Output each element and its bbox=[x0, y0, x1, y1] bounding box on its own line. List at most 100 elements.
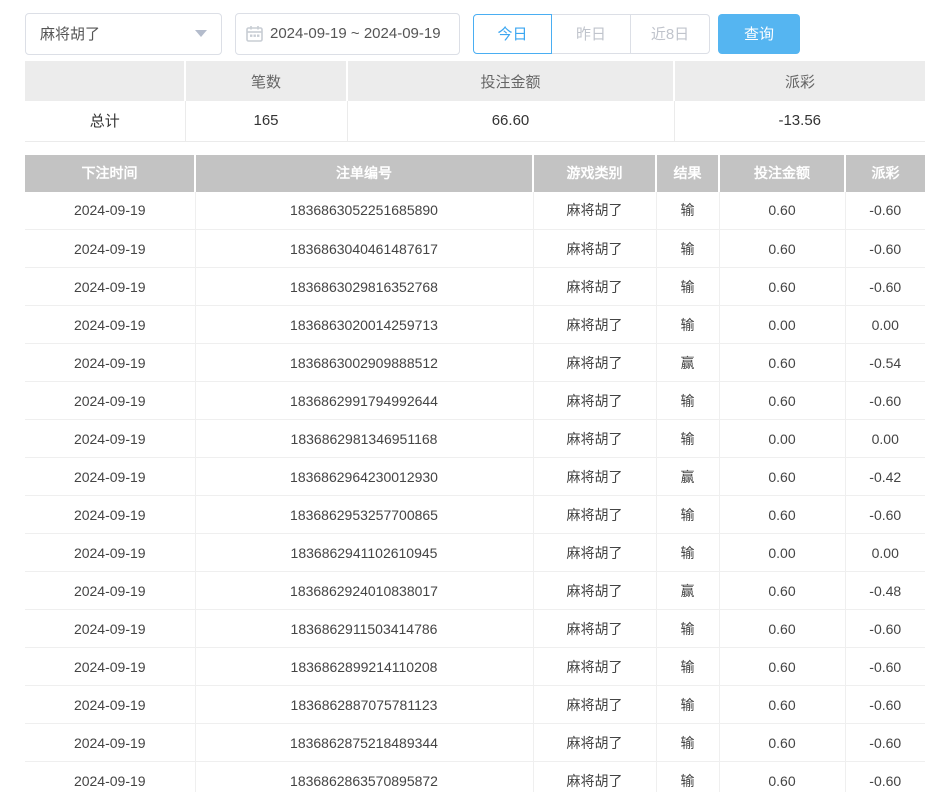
calendar-icon bbox=[246, 25, 263, 42]
game-type-cell: 麻将胡了 bbox=[533, 648, 656, 686]
order-id-cell: 1836862899214110208 bbox=[195, 648, 533, 686]
payout-cell: 0.00 bbox=[845, 420, 925, 458]
table-row: 2024-09-191836863040461487617麻将胡了输0.60-0… bbox=[25, 230, 925, 268]
result-cell: 输 bbox=[656, 268, 719, 306]
bet-amount-cell: 0.60 bbox=[719, 686, 845, 724]
payout-cell: -0.60 bbox=[845, 610, 925, 648]
bet-amount-cell: 0.60 bbox=[719, 344, 845, 382]
tab-today[interactable]: 今日 bbox=[473, 14, 552, 54]
summary-header-bet-amount: 投注金额 bbox=[347, 61, 674, 101]
payout-cell: -0.60 bbox=[845, 192, 925, 230]
order-id-cell: 1836863040461487617 bbox=[195, 230, 533, 268]
game-type-cell: 麻将胡了 bbox=[533, 686, 656, 724]
bet-amount-cell: 0.60 bbox=[719, 724, 845, 762]
header-result: 结果 bbox=[656, 155, 719, 192]
order-id-cell: 1836862941102610945 bbox=[195, 534, 533, 572]
bet-amount-cell: 0.60 bbox=[719, 572, 845, 610]
header-payout: 派彩 bbox=[845, 155, 925, 192]
result-cell: 输 bbox=[656, 306, 719, 344]
table-row: 2024-09-191836862941102610945麻将胡了输0.000.… bbox=[25, 534, 925, 572]
order-id-cell: 1836862863570895872 bbox=[195, 762, 533, 792]
bet-table-header: 下注时间 注单编号 游戏类别 结果 投注金额 派彩 bbox=[25, 155, 925, 192]
bet-records-page: 麻将胡了 2024-09-19 ~ 2024-09-19 今日 昨日 近8日 bbox=[0, 0, 950, 792]
bet-time-cell: 2024-09-19 bbox=[25, 534, 195, 572]
order-id-cell: 1836863020014259713 bbox=[195, 306, 533, 344]
bet-time-cell: 2024-09-19 bbox=[25, 686, 195, 724]
result-cell: 赢 bbox=[656, 572, 719, 610]
game-type-cell: 麻将胡了 bbox=[533, 496, 656, 534]
date-range-picker[interactable]: 2024-09-19 ~ 2024-09-19 bbox=[235, 13, 460, 55]
game-type-cell: 麻将胡了 bbox=[533, 344, 656, 382]
bet-amount-cell: 0.00 bbox=[719, 420, 845, 458]
order-id-cell: 1836862887075781123 bbox=[195, 686, 533, 724]
bet-time-cell: 2024-09-19 bbox=[25, 724, 195, 762]
bet-time-cell: 2024-09-19 bbox=[25, 230, 195, 268]
table-row: 2024-09-191836862991794992644麻将胡了输0.60-0… bbox=[25, 382, 925, 420]
bet-amount-cell: 0.60 bbox=[719, 762, 845, 792]
game-type-cell: 麻将胡了 bbox=[533, 610, 656, 648]
game-type-cell: 麻将胡了 bbox=[533, 572, 656, 610]
summary-total-count: 165 bbox=[185, 101, 347, 141]
result-cell: 赢 bbox=[656, 344, 719, 382]
bet-time-cell: 2024-09-19 bbox=[25, 268, 195, 306]
summary-header-count: 笔数 bbox=[185, 61, 347, 101]
game-type-cell: 麻将胡了 bbox=[533, 192, 656, 230]
bet-time-cell: 2024-09-19 bbox=[25, 458, 195, 496]
payout-cell: -0.60 bbox=[845, 268, 925, 306]
payout-cell: 0.00 bbox=[845, 306, 925, 344]
result-cell: 输 bbox=[656, 420, 719, 458]
game-type-cell: 麻将胡了 bbox=[533, 306, 656, 344]
result-cell: 输 bbox=[656, 192, 719, 230]
payout-cell: -0.60 bbox=[845, 496, 925, 534]
bet-time-cell: 2024-09-19 bbox=[25, 648, 195, 686]
payout-cell: -0.60 bbox=[845, 762, 925, 792]
table-row: 2024-09-191836863002909888512麻将胡了赢0.60-0… bbox=[25, 344, 925, 382]
summary-total-bet-amount: 66.60 bbox=[347, 101, 674, 141]
payout-cell: -0.54 bbox=[845, 344, 925, 382]
bet-amount-cell: 0.60 bbox=[719, 496, 845, 534]
bet-table-body: 2024-09-191836863052251685890麻将胡了输0.60-0… bbox=[25, 192, 925, 792]
table-row: 2024-09-191836862887075781123麻将胡了输0.60-0… bbox=[25, 686, 925, 724]
payout-cell: -0.60 bbox=[845, 724, 925, 762]
result-cell: 输 bbox=[656, 648, 719, 686]
game-select[interactable]: 麻将胡了 bbox=[25, 13, 222, 55]
bet-amount-cell: 0.60 bbox=[719, 382, 845, 420]
header-order-id: 注单编号 bbox=[195, 155, 533, 192]
summary-total-payout: -13.56 bbox=[674, 101, 925, 141]
table-row: 2024-09-191836862875218489344麻将胡了输0.60-0… bbox=[25, 724, 925, 762]
payout-cell: -0.60 bbox=[845, 230, 925, 268]
bet-time-cell: 2024-09-19 bbox=[25, 344, 195, 382]
order-id-cell: 1836862924010838017 bbox=[195, 572, 533, 610]
order-id-cell: 1836862953257700865 bbox=[195, 496, 533, 534]
result-cell: 输 bbox=[656, 724, 719, 762]
bet-time-cell: 2024-09-19 bbox=[25, 306, 195, 344]
bet-time-cell: 2024-09-19 bbox=[25, 572, 195, 610]
table-row: 2024-09-191836862863570895872麻将胡了输0.60-0… bbox=[25, 762, 925, 792]
result-cell: 输 bbox=[656, 230, 719, 268]
payout-cell: -0.60 bbox=[845, 382, 925, 420]
filter-toolbar: 麻将胡了 2024-09-19 ~ 2024-09-19 今日 昨日 近8日 bbox=[0, 0, 950, 58]
result-cell: 输 bbox=[656, 382, 719, 420]
query-button[interactable]: 查询 bbox=[718, 14, 800, 54]
tab-yesterday[interactable]: 昨日 bbox=[552, 14, 631, 54]
table-row: 2024-09-191836863052251685890麻将胡了输0.60-0… bbox=[25, 192, 925, 230]
game-type-cell: 麻将胡了 bbox=[533, 230, 656, 268]
payout-cell: 0.00 bbox=[845, 534, 925, 572]
payout-cell: -0.60 bbox=[845, 648, 925, 686]
tab-last-8-days[interactable]: 近8日 bbox=[631, 14, 710, 54]
table-row: 2024-09-191836862911503414786麻将胡了输0.60-0… bbox=[25, 610, 925, 648]
summary-total-label: 总计 bbox=[25, 101, 185, 141]
summary-table-header: 笔数 投注金额 派彩 bbox=[25, 61, 925, 101]
table-row: 2024-09-191836863029816352768麻将胡了输0.60-0… bbox=[25, 268, 925, 306]
bet-time-cell: 2024-09-19 bbox=[25, 610, 195, 648]
table-row: 2024-09-191836862981346951168麻将胡了输0.000.… bbox=[25, 420, 925, 458]
bet-amount-cell: 0.60 bbox=[719, 610, 845, 648]
header-bet-amount: 投注金额 bbox=[719, 155, 845, 192]
order-id-cell: 1836862991794992644 bbox=[195, 382, 533, 420]
date-range-value: 2024-09-19 ~ 2024-09-19 bbox=[270, 25, 441, 42]
bet-amount-cell: 0.60 bbox=[719, 268, 845, 306]
game-type-cell: 麻将胡了 bbox=[533, 762, 656, 792]
game-type-cell: 麻将胡了 bbox=[533, 724, 656, 762]
payout-cell: -0.42 bbox=[845, 458, 925, 496]
game-select-value: 麻将胡了 bbox=[40, 23, 100, 44]
